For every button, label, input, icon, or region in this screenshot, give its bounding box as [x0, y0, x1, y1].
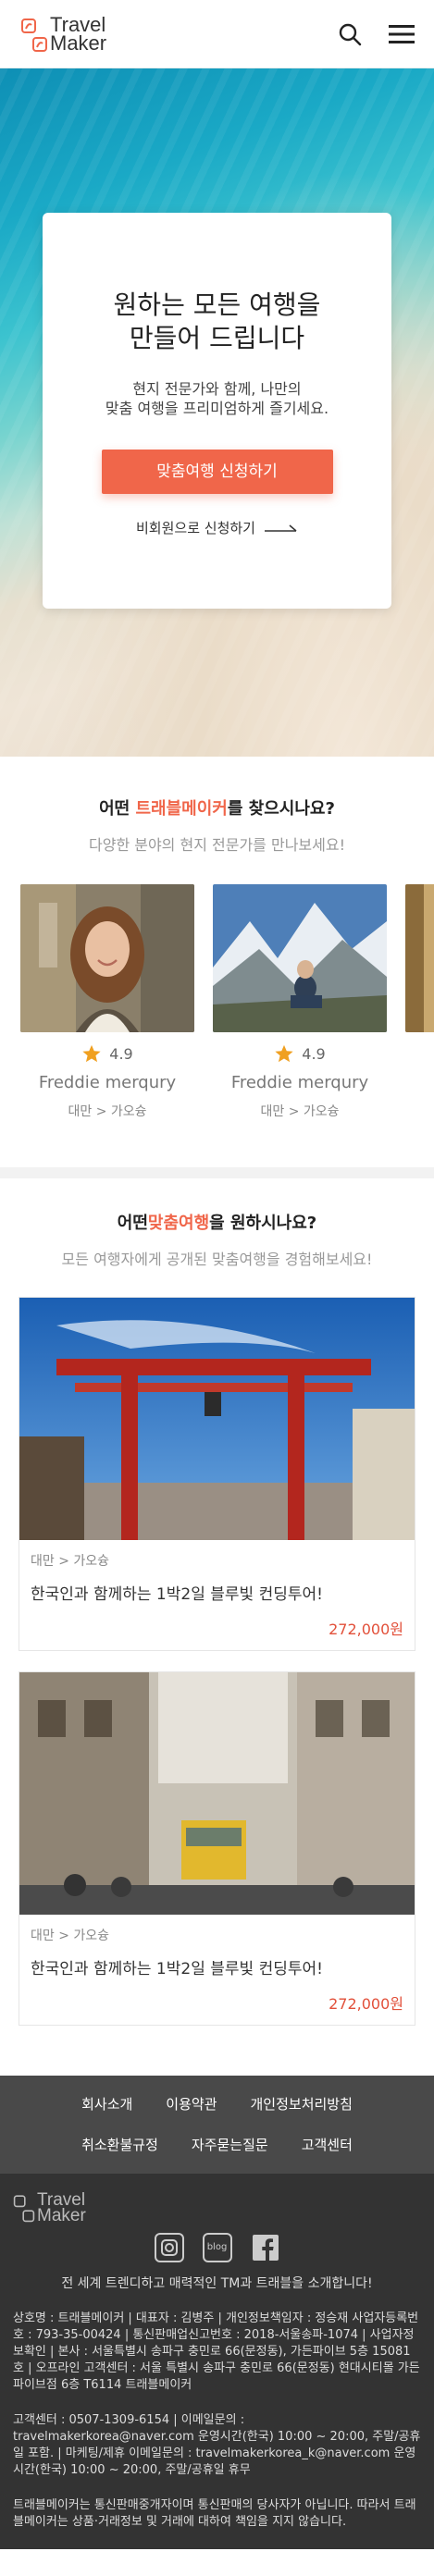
footer-social-links: blog — [13, 2233, 421, 2262]
logo-text-maker: Maker — [50, 31, 107, 55]
blog-icon[interactable]: blog — [202, 2233, 232, 2262]
tour-photo-image — [19, 1298, 415, 1540]
expert-photo — [213, 884, 387, 1032]
expert-card-peek[interactable] — [405, 884, 434, 1140]
tour-card[interactable]: 대만 > 가오슝 한국인과 함께하는 1박2일 블루빛 컨딩투어! 272,00… — [19, 1297, 415, 1651]
tours-section: 어떤맞춤여행을 원하시나요? 모든 여행자에게 공개된 맞춤여행을 경험해보세요… — [0, 1178, 434, 2026]
footer-link-refund[interactable]: 취소환불규정 — [81, 2135, 158, 2154]
footer-link-privacy[interactable]: 개인정보처리방침 — [251, 2094, 353, 2114]
site-footer: Travel Maker blog 전 세계 트렌디하고 매력적인 TM과 트래… — [0, 2174, 434, 2549]
tour-title: 한국인과 함께하는 1박2일 블루빛 컨딩투어! — [31, 1960, 323, 1978]
tours-section-subtitle: 모든 여행자에게 공개된 맞춤여행을 경험해보세요! — [61, 1251, 373, 1268]
footer-link-company[interactable]: 회사소개 — [81, 2094, 132, 2114]
footer-logo-text: Travel Maker — [37, 2191, 86, 2225]
experts-section-title: 어떤 트래블메이커를 찾으시나요? — [0, 795, 434, 820]
hero-subtitle: 현지 전문가와 함께, 나만의 맞춤 여행을 프리미엄하게 즐기세요. — [105, 380, 329, 417]
star-icon — [275, 1044, 293, 1063]
tour-info: 대만 > 가오슝 한국인과 함께하는 1박2일 블루빛 컨딩투어! 272,00… — [19, 1915, 415, 2025]
header-actions — [338, 22, 415, 46]
footer-link-support[interactable]: 고객센터 — [302, 2135, 353, 2154]
expert-name: Freddie merqury — [230, 1073, 369, 1092]
footer-link-terms[interactable]: 이용약관 — [166, 2094, 217, 2114]
tour-photo — [19, 1672, 415, 1915]
tours-title-post: 을 원하시나요? — [209, 1214, 317, 1233]
footer-nav-row-1: 회사소개 이용약관 개인정보처리방침 — [0, 2083, 434, 2124]
tours-title-pre: 어떤 — [117, 1214, 148, 1233]
expert-photo — [405, 884, 434, 1032]
company-info-text: 상호명 : 트래블메이커 | 대표자 : 김병주 | 개인정보책임자 : 정승재… — [13, 2311, 420, 2392]
tour-title: 한국인과 함께하는 1박2일 블루빛 컨딩투어! — [31, 1585, 323, 1604]
tour-photo — [19, 1298, 415, 1540]
tour-price: 272,000원 — [329, 1995, 403, 2013]
facebook-icon[interactable] — [251, 2233, 280, 2262]
tours-list: 대만 > 가오슝 한국인과 함께하는 1박2일 블루빛 컨딩투어! 272,00… — [0, 1297, 434, 2026]
expert-rating-value: 4.9 — [109, 1044, 133, 1063]
logo-text: Travel Maker — [50, 14, 107, 55]
site-header: Travel Maker — [0, 0, 434, 68]
tours-title-highlight: 맞춤여행 — [147, 1214, 210, 1233]
request-custom-trip-button[interactable]: 맞춤여행 신청하기 — [101, 450, 333, 494]
footer-logo-mark-icon — [13, 2195, 35, 2223]
instagram-icon[interactable] — [154, 2233, 184, 2262]
disclaimer: 트래블메이커는 통신판매중개자이며 통신판매의 당사자가 아닙니다. 따라서 트… — [13, 2497, 421, 2531]
expert-location: 대만 > 가오슝 — [68, 1104, 147, 1119]
expert-card[interactable]: 4.9 Freddie merqury 대만 > 가오슝 — [213, 884, 387, 1140]
disclaimer-text: 트래블메이커는 통신판매중개자이며 통신판매의 당사자가 아닙니다. 따라서 트… — [13, 2498, 416, 2529]
section-divider — [0, 1167, 434, 1178]
expert-rating-value: 4.9 — [302, 1044, 326, 1063]
expert-photo-image — [213, 884, 387, 1032]
tour-info: 대만 > 가오슝 한국인과 함께하는 1박2일 블루빛 컨딩투어! 272,00… — [19, 1540, 415, 1650]
company-info: 상호명 : 트래블메이커 | 대표자 : 김병주 | 개인정보책임자 : 정승재… — [13, 2311, 421, 2394]
footer-tagline: 전 세계 트렌디하고 매력적인 TM과 트래블을 소개합니다! — [61, 2276, 373, 2291]
expert-photo-image — [20, 884, 194, 1032]
tours-section-title: 어떤맞춤여행을 원하시나요? — [0, 1210, 434, 1234]
experts-title-highlight: 트래블메이커 — [135, 799, 228, 819]
contact-info-text: 고객센터 : 0507-1309-6154 | 이메일문의 : travelma… — [13, 2413, 421, 2477]
expert-rating: 4.9 — [20, 1043, 194, 1064]
hero-banner: 원하는 모든 여행을 만들어 드립니다 현지 전문가와 함께, 나만의 맞춤 여… — [0, 68, 434, 757]
footer-link-faq[interactable]: 자주묻는질문 — [192, 2135, 268, 2154]
expert-rating: 4.9 — [213, 1043, 387, 1064]
contact-info: 고객센터 : 0507-1309-6154 | 이메일문의 : travelma… — [13, 2412, 421, 2479]
footer-nav-row-2: 취소환불규정 자주묻는질문 고객센터 — [0, 2124, 434, 2164]
blog-icon-label: blog — [206, 2242, 228, 2252]
guest-request-link[interactable]: 비회원으로 신청하기 — [43, 518, 391, 537]
expert-name: Freddie merqury — [38, 1073, 177, 1092]
logo[interactable]: Travel Maker — [20, 14, 107, 55]
tour-price: 272,000원 — [329, 1621, 403, 1638]
footer-nav: 회사소개 이용약관 개인정보처리방침 취소환불규정 자주묻는질문 고객센터 — [0, 2076, 434, 2174]
experts-title-pre: 어떤 — [99, 799, 136, 819]
logo-mark-icon — [21, 18, 47, 52]
tour-location: 대만 > 가오슝 — [31, 1929, 110, 1943]
experts-section-subtitle: 다양한 분야의 현지 전문가를 만나보세요! — [89, 836, 345, 854]
expert-card[interactable]: 4.9 Freddie merqury 대만 > 가오슝 — [20, 884, 194, 1140]
expert-photo — [20, 884, 194, 1032]
tour-location: 대만 > 가오슝 — [31, 1554, 110, 1569]
search-icon[interactable] — [338, 22, 362, 46]
hamburger-menu-icon[interactable] — [388, 23, 415, 45]
expert-location: 대만 > 가오슝 — [260, 1104, 340, 1119]
experts-title-post: 를 찾으시나요? — [227, 799, 335, 819]
guest-request-label: 비회원으로 신청하기 — [136, 520, 255, 536]
hero-title: 원하는 모든 여행을 만들어 드립니다 — [113, 290, 321, 353]
hero-card: 원하는 모든 여행을 만들어 드립니다 현지 전문가와 함께, 나만의 맞춤 여… — [43, 213, 391, 609]
expert-photo-image — [405, 884, 434, 1032]
long-arrow-right-icon — [264, 524, 297, 532]
experts-section: 어떤 트래블메이커를 찾으시나요? 다양한 분야의 현지 전문가를 만나보세요! — [0, 757, 434, 1140]
footer-logo-maker: Maker — [37, 2206, 86, 2225]
tour-card[interactable]: 대만 > 가오슝 한국인과 함께하는 1박2일 블루빛 컨딩투어! 272,00… — [19, 1671, 415, 2026]
footer-logo[interactable]: Travel Maker — [13, 2191, 421, 2225]
tour-photo-image — [19, 1672, 415, 1915]
experts-carousel[interactable]: 4.9 Freddie merqury 대만 > 가오슝 4.9 Freddie… — [0, 884, 434, 1140]
star-icon — [82, 1044, 101, 1063]
